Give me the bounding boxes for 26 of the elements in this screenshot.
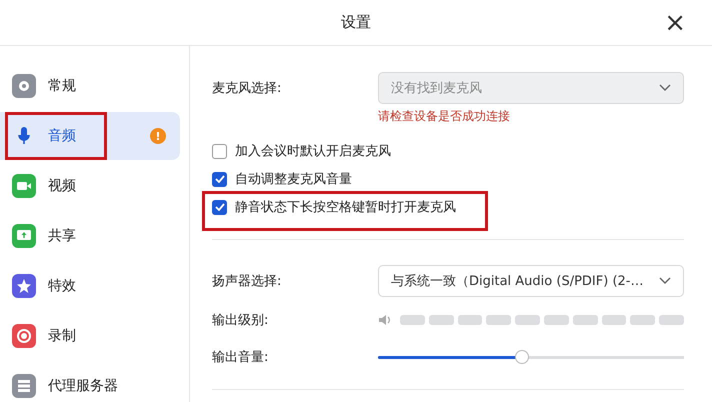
sidebar-item[interactable]: 代理服务器 — [0, 362, 180, 402]
checkbox-option[interactable]: 静音状态下长按空格键暂时打开麦克风 — [212, 197, 456, 217]
warning-badge: ! — [150, 128, 166, 144]
speaker-icon — [378, 314, 392, 326]
sidebar-item[interactable]: 录制 — [0, 312, 180, 360]
sidebar-item[interactable]: 视频 — [0, 162, 180, 210]
checkbox[interactable] — [212, 144, 227, 158]
output-level-label: 输出级别: — [212, 312, 270, 329]
checkbox[interactable] — [212, 172, 227, 186]
sidebar-item[interactable]: 音频 ! — [0, 112, 180, 160]
output-volume-label: 输出音量: — [212, 349, 270, 366]
error-message: 请检查设备是否成功连接 — [378, 108, 511, 125]
checkbox-option[interactable]: 加入会议时默认开启麦克风 — [212, 141, 391, 161]
chevron-down-icon — [659, 277, 671, 285]
speaker-label: 扬声器选择: — [212, 273, 282, 290]
speaker-dropdown[interactable]: 与系统一致（Digital Audio (S/PDIF) (2-… — [378, 265, 684, 297]
slider-thumb[interactable] — [514, 350, 529, 364]
sidebar-item[interactable]: 共享 — [0, 212, 180, 260]
microphone-label: 麦克风选择: — [212, 80, 282, 97]
checkbox-option[interactable]: 自动调整麦克风音量 — [212, 169, 352, 189]
checkbox[interactable] — [212, 200, 227, 214]
sidebar-item[interactable]: 特效 — [0, 262, 180, 310]
sidebar-item[interactable]: 常规 — [0, 62, 180, 110]
chevron-down-icon — [659, 84, 671, 92]
close-button[interactable]: × — [660, 8, 690, 38]
window-title: 设置 — [341, 13, 371, 32]
